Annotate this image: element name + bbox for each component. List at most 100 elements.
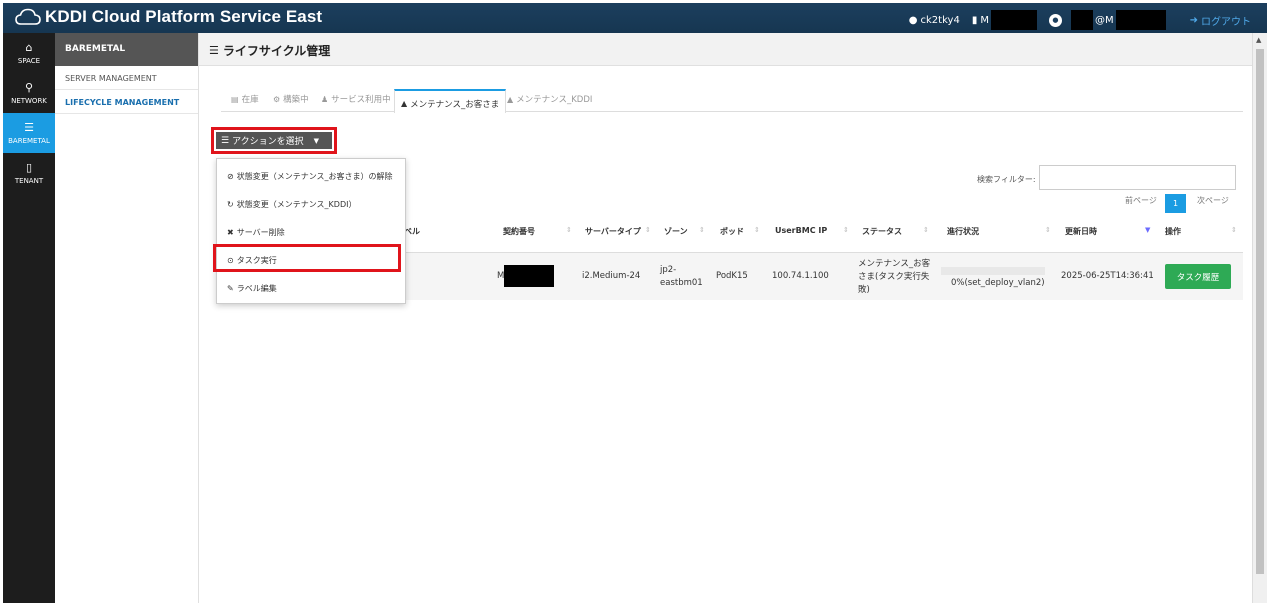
- menu-item-change-kddi-maintenance[interactable]: ↻ 状態変更（メンテナンス_KDDI）: [227, 199, 356, 210]
- sort-icon[interactable]: ⇕: [754, 226, 760, 234]
- app-frame: KDDI Cloud Platform Service East ● ck2tk…: [3, 3, 1267, 603]
- tab-maintenance-kddi[interactable]: ▲ メンテナンス_KDDI: [507, 93, 592, 106]
- warning-icon: ▲: [401, 99, 408, 108]
- list-icon: ☰: [221, 135, 230, 146]
- col-header-bmc-ip[interactable]: UserBMC IP: [775, 226, 827, 235]
- caret-down-icon: ▼: [313, 136, 320, 145]
- left-nav: ⌂ SPACE ⚲ NETWORK ☰ BAREMETAL ▯ TENANT: [3, 33, 55, 603]
- page-title: ☰ ライフサイクル管理: [209, 44, 331, 58]
- user-icon: ●: [1048, 13, 1062, 27]
- subnav-title: BAREMETAL: [55, 33, 198, 66]
- warning-icon: ▲: [507, 94, 514, 104]
- nav-tenant[interactable]: ▯ TENANT: [3, 153, 55, 193]
- logo-text: KDDI Cloud Platform Service East: [45, 7, 323, 26]
- col-header-server-type[interactable]: サーバータイプ: [585, 226, 641, 237]
- progress-bar: [941, 267, 1045, 275]
- action-dropdown-menu: ⊘ 状態変更（メンテナンス_お客さま）の解除 ↻ 状態変更（メンテナンス_KDD…: [216, 158, 406, 304]
- cell-zone-line2: eastbm01: [660, 278, 703, 288]
- tab-bar: ▤ 在庫 ⚙ 構築中 ♟ サービス利用中 ▲ メンテナンス_お客さま ▲ メンテ…: [221, 89, 1243, 113]
- server-icon: ☰: [24, 120, 34, 134]
- task-history-button[interactable]: タスク履歴: [1165, 264, 1231, 289]
- tab-building[interactable]: ⚙ 構築中: [273, 93, 309, 106]
- nav-network[interactable]: ⚲ NETWORK: [3, 73, 55, 113]
- user-email: ● @M: [1048, 10, 1166, 30]
- scroll-thumb[interactable]: [1256, 49, 1264, 574]
- top-header: KDDI Cloud Platform Service East ● ck2tk…: [3, 3, 1267, 33]
- action-button-highlight: ☰ アクションを選択 ▼: [211, 127, 337, 154]
- cloud-icon: [15, 8, 41, 25]
- subnav-item-server-management[interactable]: SERVER MANAGEMENT: [55, 66, 198, 90]
- pager-next[interactable]: 次ページ: [1197, 195, 1229, 206]
- cell-status-line1: メンテナンス_お客: [858, 259, 931, 269]
- server-icon: ▤: [231, 94, 239, 104]
- list-icon: ☰: [209, 44, 219, 57]
- refresh-icon: ↻: [227, 200, 234, 209]
- search-filter-input[interactable]: [1039, 165, 1236, 190]
- action-select-button[interactable]: ☰ アクションを選択 ▼: [216, 132, 332, 149]
- col-header-operation[interactable]: 操作: [1165, 226, 1181, 237]
- cogs-icon: ⚙: [273, 94, 281, 104]
- col-header-status[interactable]: ステータス: [862, 226, 902, 237]
- col-header-zone[interactable]: ゾーン: [664, 226, 688, 237]
- cell-pod: PodK15: [716, 271, 748, 281]
- col-header-contract[interactable]: 契約番号: [503, 226, 535, 237]
- cell-status-line2: さま(タスク実行失: [858, 272, 930, 282]
- menu-item-release-customer-maintenance[interactable]: ⊘ 状態変更（メンテナンス_お客さま）の解除: [227, 171, 393, 182]
- sort-icon[interactable]: ⇕: [699, 226, 705, 234]
- tab-stock[interactable]: ▤ 在庫: [231, 93, 259, 106]
- page-title-bar: ☰ ライフサイクル管理: [199, 33, 1252, 66]
- redacted-block: [504, 265, 554, 287]
- scroll-up-icon[interactable]: ▲: [1256, 36, 1261, 44]
- subnav-item-lifecycle-management[interactable]: LIFECYCLE MANAGEMENT: [55, 90, 198, 114]
- menu-item-delete-server[interactable]: ✖ サーバー削除: [227, 227, 285, 238]
- pager-prev[interactable]: 前ページ: [1125, 195, 1157, 206]
- redacted-block: [990, 10, 1037, 30]
- sitemap-icon: ⚲: [24, 80, 34, 94]
- vertical-scrollbar[interactable]: ▲: [1252, 33, 1267, 603]
- tab-in-service[interactable]: ♟ サービス利用中: [321, 93, 391, 106]
- sort-icon[interactable]: ⇕: [923, 226, 929, 234]
- sub-nav: BAREMETAL SERVER MANAGEMENT LIFECYCLE MA…: [55, 33, 199, 603]
- edit-icon: ✎: [227, 284, 234, 293]
- building-icon: ▮: [971, 14, 978, 26]
- cell-progress: 0%(set_deploy_vlan2): [951, 278, 1045, 288]
- sort-icon[interactable]: ⇕: [843, 226, 849, 234]
- col-header-label[interactable]: ベル: [404, 226, 420, 237]
- cell-status-line3: 敗): [858, 285, 870, 295]
- sort-icon[interactable]: ⇕: [1045, 226, 1051, 234]
- account-prefix: M: [980, 14, 989, 26]
- redacted-block: [1115, 10, 1166, 30]
- sort-icon[interactable]: ⇕: [645, 226, 651, 234]
- logout-link[interactable]: ➜ ログアウト: [1190, 13, 1251, 28]
- building-icon: ▯: [25, 160, 33, 174]
- tab-maintenance-customer[interactable]: ▲ メンテナンス_お客さま: [394, 89, 507, 113]
- col-header-pod[interactable]: ポッド: [720, 226, 744, 237]
- redacted-block: [1070, 10, 1093, 30]
- globe-icon: ●: [908, 14, 918, 26]
- user-icon: ♟: [321, 94, 329, 104]
- col-header-progress[interactable]: 進行状況: [947, 226, 979, 237]
- home-icon: ⌂: [25, 40, 33, 54]
- account-info: ▮ M: [972, 10, 1037, 30]
- search-filter-label: 検索フィルター:: [977, 175, 1036, 184]
- col-header-updated[interactable]: 更新日時: [1065, 226, 1097, 237]
- user-id: ● ck2tky4: [908, 14, 960, 26]
- cell-server-type: i2.Medium-24: [582, 271, 641, 281]
- nav-space[interactable]: ⌂ SPACE: [3, 33, 55, 73]
- header-user-area: ● ck2tky4 ▮ M ● @M ➜ ログアウト: [897, 10, 1251, 30]
- user-suffix: @M: [1094, 14, 1114, 26]
- cell-zone-line1: jp2-: [660, 265, 677, 275]
- main-content: ☰ ライフサイクル管理 ▤ 在庫 ⚙ 構築中 ♟ サービス利用中 ▲ メンテナン…: [199, 33, 1252, 603]
- check-circle-icon: ⊘: [227, 172, 234, 181]
- pager-current-page[interactable]: 1: [1165, 194, 1186, 213]
- nav-baremetal[interactable]: ☰ BAREMETAL: [3, 113, 55, 153]
- sort-desc-icon[interactable]: ▼: [1145, 226, 1150, 234]
- menu-item-edit-label[interactable]: ✎ ラベル編集: [227, 283, 277, 294]
- cell-updated: 2025-06-25T14:36:41: [1061, 271, 1154, 281]
- cell-bmc-ip: 100.74.1.100: [772, 271, 829, 281]
- sort-icon[interactable]: ⇕: [1231, 226, 1237, 234]
- sign-out-icon: ➜: [1189, 14, 1198, 26]
- sort-icon[interactable]: ⇕: [566, 226, 572, 234]
- logo[interactable]: KDDI Cloud Platform Service East: [15, 7, 322, 27]
- close-icon: ✖: [227, 228, 234, 237]
